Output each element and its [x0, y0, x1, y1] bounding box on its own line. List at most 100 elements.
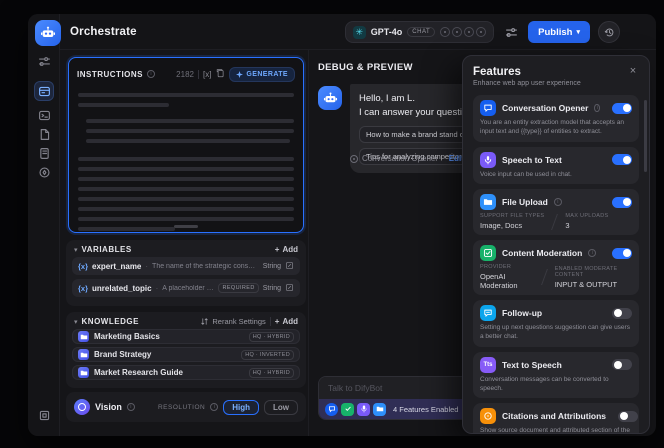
robot-icon — [323, 91, 338, 106]
rerank-icon — [200, 317, 209, 326]
close-icon[interactable]: × — [626, 64, 640, 78]
required-badge: REQUIRED — [218, 283, 258, 293]
feature-toggle[interactable] — [612, 154, 632, 165]
features-panel: Features × Enhance web app user experien… — [462, 55, 650, 434]
speech-to-text-icon — [480, 152, 496, 168]
file-upload-icon — [480, 194, 496, 210]
add-knowledge-button[interactable]: + Add — [275, 317, 298, 326]
feature-toggle[interactable] — [612, 248, 632, 259]
variable-token-icon: {x} — [78, 284, 88, 293]
content-moderation-mini-icon — [341, 403, 354, 416]
model-capability-icon — [452, 27, 462, 37]
app-logo[interactable] — [35, 20, 61, 46]
generate-button[interactable]: GENERATE — [229, 67, 295, 82]
collapse-icon[interactable]: ▾ — [74, 318, 78, 326]
knowledge-row[interactable]: Brand Strategy HQ · INVERTED — [72, 347, 300, 362]
text-skeleton — [78, 177, 294, 181]
folder-icon — [78, 349, 89, 360]
publish-button[interactable]: Publish▾ — [528, 21, 590, 43]
retrieval-badge: HQ · HYBRID — [249, 332, 294, 342]
conversation-opener-mini-icon — [325, 403, 338, 416]
page-title: Orchestrate — [70, 26, 137, 38]
vision-panel: Vision i RESOLUTION i High Low — [66, 392, 306, 422]
char-count: 2182 — [176, 70, 194, 79]
sparkle-icon — [236, 71, 243, 78]
text-skeleton — [78, 187, 294, 191]
feature-toggle[interactable] — [612, 308, 632, 319]
info-icon[interactable]: i — [554, 198, 562, 206]
knowledge-row[interactable]: Market Research Guide HQ · HYBRID — [72, 365, 300, 380]
instructions-title: INSTRUCTIONS — [77, 70, 143, 79]
feature-card-follow-up: Follow-up Setting up next questions sugg… — [473, 300, 639, 347]
instructions-text[interactable] — [69, 87, 303, 231]
model-selector[interactable]: ✳ GPT-4o CHAT — [345, 21, 494, 43]
feature-card-file-upload: File Upload i SUPPORT FILE TYPES Image, … — [473, 189, 639, 235]
text-skeleton — [86, 139, 290, 143]
text-skeleton — [78, 157, 294, 161]
rerank-settings-button[interactable]: Rerank Settings — [200, 317, 265, 326]
knowledge-row[interactable]: Marketing Basics HQ · HYBRID — [72, 329, 300, 344]
sidebar-item-terminal[interactable] — [35, 106, 53, 124]
feature-toggle[interactable] — [612, 359, 632, 370]
variable-row[interactable]: {x} unrelated_topic · A placeholder for … — [72, 279, 300, 297]
scrollbar[interactable] — [644, 100, 647, 172]
text-skeleton — [86, 119, 294, 123]
variable-row[interactable]: {x} expert_name · The name of the strate… — [72, 257, 300, 275]
file-upload-mini-icon — [373, 403, 386, 416]
info-icon[interactable]: i — [588, 249, 596, 257]
model-logo-icon: ✳ — [353, 26, 366, 39]
info-icon[interactable]: i — [127, 403, 135, 411]
bot-avatar — [318, 86, 342, 110]
knowledge-panel: ▾ KNOWLEDGE Rerank Settings + Add Market… — [66, 312, 306, 388]
info-icon[interactable]: i — [147, 70, 155, 78]
feature-card-conversation-opener: Conversation Opener i You are an entity … — [473, 95, 639, 142]
conversation-opener-icon — [480, 100, 496, 116]
add-variable-button[interactable]: + Add — [275, 245, 298, 254]
instructions-panel[interactable]: INSTRUCTIONS i 2182 [x] GENERATE — [68, 57, 304, 233]
history-button[interactable] — [598, 21, 620, 43]
feature-toggle[interactable] — [618, 411, 638, 422]
feature-toggle[interactable] — [612, 103, 632, 114]
sidebar-item-document[interactable] — [35, 125, 53, 143]
feature-toggle[interactable] — [612, 197, 632, 208]
resolution-high-button[interactable]: High — [223, 400, 259, 415]
resolution-low-button[interactable]: Low — [264, 400, 298, 415]
retrieval-badge: HQ · HYBRID — [249, 368, 294, 378]
opener-icon — [350, 155, 358, 163]
sidebar-item-orchestrate[interactable] — [35, 82, 53, 100]
folder-icon — [78, 331, 89, 342]
text-skeleton — [78, 93, 294, 97]
feature-card-text-to-speech: Tts Text to Speech Conversation messages… — [473, 352, 639, 399]
content-moderation-icon — [480, 245, 496, 261]
copy-icon[interactable] — [215, 65, 225, 83]
feature-card-citations: Citations and Attributions Show source d… — [473, 403, 639, 434]
feature-card-content-moderation: Content Moderation i PROVIDER OpenAI Mod… — [473, 240, 639, 295]
robot-icon — [40, 25, 56, 41]
sidebar-item-explore[interactable] — [35, 163, 53, 181]
text-skeleton — [78, 207, 294, 211]
model-capability-icon — [464, 27, 474, 37]
model-capability-icons — [440, 27, 486, 37]
text-skeleton — [78, 227, 175, 231]
model-capability-icon — [440, 27, 450, 37]
screen: Orchestrate ✳ GPT-4o CHAT — [0, 0, 664, 448]
collapse-icon[interactable]: ▾ — [74, 246, 78, 254]
text-to-speech-icon: Tts — [480, 357, 496, 373]
resize-handle[interactable] — [174, 225, 198, 228]
app-window: Orchestrate ✳ GPT-4o CHAT — [28, 14, 656, 436]
vision-icon — [74, 399, 90, 415]
text-skeleton — [78, 217, 294, 221]
model-capability-icon — [476, 27, 486, 37]
info-icon[interactable]: i — [594, 104, 600, 112]
sliders-icon[interactable] — [35, 52, 53, 70]
sidebar-item-notebook[interactable] — [35, 144, 53, 162]
feature-card-speech-to-text: Speech to Text Voice input can be used i… — [473, 147, 639, 185]
edit-icon[interactable] — [285, 257, 294, 275]
info-icon[interactable]: i — [210, 403, 218, 411]
text-skeleton — [78, 197, 294, 201]
model-params-icon[interactable] — [502, 23, 520, 41]
sidebar-item-frame[interactable] — [35, 406, 53, 424]
edit-icon[interactable] — [285, 279, 294, 297]
insert-variable-icon[interactable]: [x] — [203, 70, 211, 79]
sidebar — [28, 14, 60, 436]
